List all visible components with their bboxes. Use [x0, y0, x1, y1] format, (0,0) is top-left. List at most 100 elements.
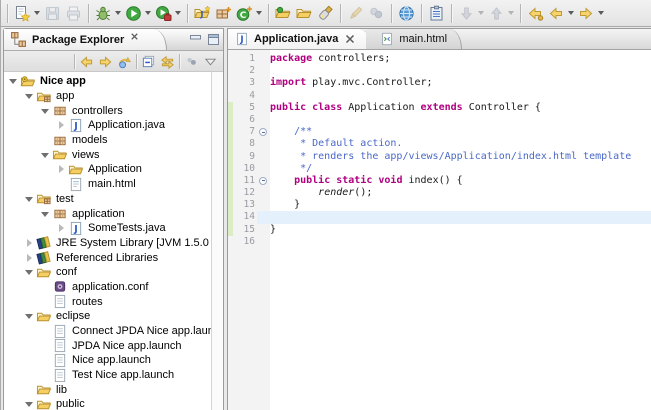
back-button[interactable]	[546, 2, 576, 25]
run-external-tools-button[interactable]	[153, 2, 183, 25]
disclosure-triangle-icon[interactable]	[56, 223, 66, 233]
tree-item-jre-system-library-jvm-1-5-0-mac[interactable]: JRE System Library [JVM 1.5.0 (Mac	[4, 236, 223, 251]
new-java-package-button[interactable]	[213, 2, 234, 25]
tree-item-application-java[interactable]: JApplication.java	[4, 118, 223, 133]
maximize-view-icon[interactable]	[207, 33, 220, 46]
tree-item-routes[interactable]: routes	[4, 294, 223, 309]
tree-item-application[interactable]: application	[4, 206, 223, 221]
code-line-text[interactable]	[270, 90, 651, 102]
forward-button[interactable]	[576, 2, 606, 25]
new-java-project-button[interactable]: J	[192, 2, 213, 25]
open-type-button[interactable]	[273, 2, 294, 25]
code-line-text[interactable]	[270, 114, 651, 126]
tree-item-jpda-nice-app-launch[interactable]: JPDA Nice app.launch	[4, 338, 223, 353]
tree-item-nice-app[interactable]: Nice app	[4, 74, 223, 89]
web-browser-button[interactable]	[396, 2, 417, 25]
code-line-text[interactable]: * Default action.	[270, 138, 651, 150]
tree-item-referenced-libraries[interactable]: Referenced Libraries	[4, 250, 223, 265]
tree-item-views[interactable]: views	[4, 147, 223, 162]
disclosure-triangle-icon[interactable]	[24, 253, 34, 263]
view-menu-button[interactable]	[201, 52, 220, 71]
next-annotation-button[interactable]	[456, 2, 486, 25]
disclosure-triangle-icon[interactable]	[40, 150, 50, 160]
tree-item-conf[interactable]: conf	[4, 265, 223, 280]
close-icon[interactable]	[129, 31, 146, 48]
dropdown-caret-icon[interactable]	[508, 11, 514, 15]
tree-item-controllers[interactable]: controllers	[4, 103, 223, 118]
forward-history-button[interactable]	[96, 52, 115, 71]
new-java-class-button[interactable]: C	[234, 2, 264, 25]
tree-item-application-conf[interactable]: application.conf	[4, 280, 223, 295]
dropdown-caret-icon[interactable]	[478, 11, 484, 15]
tree-scrollbar[interactable]	[211, 72, 223, 410]
team-button[interactable]	[366, 2, 387, 25]
code-line-text[interactable]: * renders the app/views/Application/inde…	[270, 151, 651, 163]
code-line-text[interactable]: }	[270, 224, 651, 236]
collapse-fold-icon[interactable]	[259, 128, 267, 136]
code-line-text[interactable]: package controllers;	[270, 53, 651, 65]
disclosure-triangle-icon[interactable]	[24, 399, 34, 409]
code-line-text[interactable]	[270, 65, 651, 77]
run-button[interactable]	[123, 2, 153, 25]
dropdown-caret-icon[interactable]	[115, 11, 121, 15]
back-history-button[interactable]	[77, 52, 96, 71]
disclosure-triangle-icon[interactable]	[56, 164, 66, 174]
disclosure-triangle-icon[interactable]	[24, 238, 34, 248]
save-button[interactable]	[42, 2, 63, 25]
up-button[interactable]	[115, 52, 134, 71]
collapse-all-button[interactable]	[139, 52, 158, 71]
dropdown-caret-icon[interactable]	[568, 11, 574, 15]
code-line-text[interactable]: }	[270, 199, 651, 211]
debug-button[interactable]	[93, 2, 123, 25]
open-resource-button[interactable]	[294, 2, 315, 25]
disclosure-triangle-icon[interactable]	[40, 106, 50, 116]
tree-item-lib[interactable]: lib	[4, 382, 223, 397]
dropdown-caret-icon[interactable]	[145, 11, 151, 15]
focus-button[interactable]	[182, 52, 201, 71]
tree-item-application[interactable]: Application	[4, 162, 223, 177]
dropdown-caret-icon[interactable]	[175, 11, 181, 15]
tree-item-test-nice-app-launch[interactable]: Test Nice app.launch	[4, 368, 223, 383]
code-editor[interactable]: 1package controllers;23import play.mvc.C…	[228, 50, 651, 410]
tab-package-explorer[interactable]: Package Explorer	[4, 29, 167, 50]
tree-item-connect-jpda-nice-app-launch[interactable]: Connect JPDA Nice app.launch	[4, 324, 223, 339]
tree-item-models[interactable]: models	[4, 133, 223, 148]
code-line-text[interactable]: */	[270, 163, 651, 175]
tasks-button[interactable]	[426, 2, 447, 25]
disclosure-triangle-icon[interactable]	[24, 194, 34, 204]
disclosure-triangle-icon[interactable]	[24, 311, 34, 321]
disclosure-triangle-icon[interactable]	[24, 91, 34, 101]
print-button[interactable]	[63, 2, 84, 25]
tree-item-sometests-java[interactable]: JSomeTests.java	[4, 221, 223, 236]
link-with-editor-button[interactable]	[158, 52, 177, 71]
code-line-text[interactable]: /**	[270, 126, 651, 138]
code-line-text[interactable]: public static void index() {	[270, 175, 651, 187]
disclosure-triangle-icon[interactable]	[56, 120, 66, 130]
previous-annotation-button[interactable]	[486, 2, 516, 25]
disclosure-triangle-icon[interactable]	[24, 267, 34, 277]
dropdown-caret-icon[interactable]	[256, 11, 262, 15]
tree-item-public[interactable]: public	[4, 397, 223, 410]
tab-application-java[interactable]: J Application.java	[228, 29, 372, 49]
search-button[interactable]	[315, 2, 336, 25]
code-line-text[interactable]: render();	[270, 187, 651, 199]
code-line-text[interactable]	[270, 211, 651, 223]
pencil-button[interactable]	[345, 2, 366, 25]
dropdown-caret-icon[interactable]	[598, 11, 604, 15]
disclosure-triangle-icon[interactable]	[40, 209, 50, 219]
disclosure-triangle-icon[interactable]	[8, 76, 18, 86]
new-button[interactable]	[12, 2, 42, 25]
close-icon[interactable]	[343, 32, 357, 46]
collapse-fold-icon[interactable]	[259, 177, 267, 185]
last-edit-location-button[interactable]	[525, 2, 546, 25]
tree-item-nice-app-launch[interactable]: Nice app.launch	[4, 353, 223, 368]
code-line-text[interactable]	[270, 236, 651, 248]
code-line-text[interactable]: import play.mvc.Controller;	[270, 77, 651, 89]
tree-item-main-html[interactable]: main.html	[4, 177, 223, 192]
dropdown-caret-icon[interactable]	[34, 11, 40, 15]
tree-item-test[interactable]: test	[4, 192, 223, 207]
tree-item-app[interactable]: app	[4, 89, 223, 104]
tab-main-html[interactable]: main.html	[366, 29, 462, 49]
tree-item-eclipse[interactable]: eclipse	[4, 309, 223, 324]
code-line-text[interactable]: public class Application extends Control…	[270, 102, 651, 114]
